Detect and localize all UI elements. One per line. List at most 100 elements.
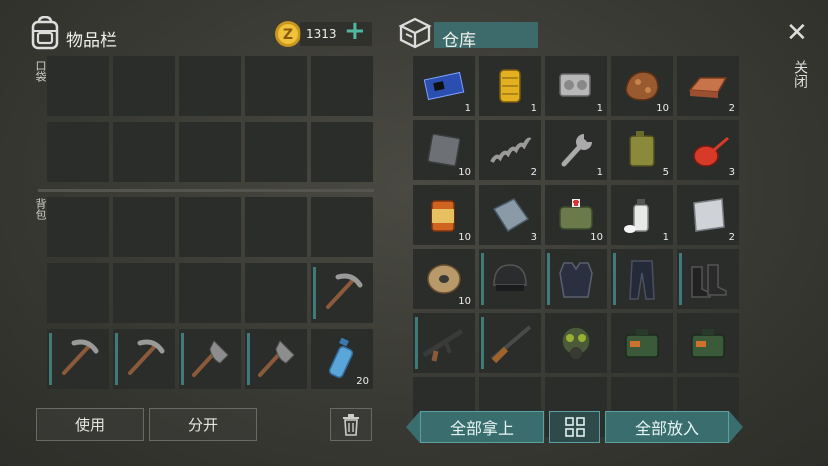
item-quantity: 2 [728,232,735,243]
engine-block-icon [559,73,591,97]
storage-slot[interactable]: 10 [413,185,475,245]
copper-ingot-icon [688,77,728,98]
storage-slot[interactable]: 2 [677,185,739,245]
storage-slot[interactable]: 10 [413,249,475,309]
durability-bar [415,317,418,369]
divider [38,189,374,192]
trash-icon [343,413,359,436]
storage-slot[interactable]: 1 [479,56,541,116]
storage-slot[interactable]: 1 [611,185,673,245]
add-currency-button[interactable]: + [344,16,366,46]
durability-bar [547,253,550,305]
pocket-slot[interactable] [311,56,373,116]
grid-icon [564,417,585,437]
pocket-slot[interactable] [113,122,175,182]
storage-slot[interactable] [545,249,607,309]
backpack-slot[interactable] [245,263,307,323]
backpack-slot[interactable] [47,329,109,389]
storage-slot[interactable]: 1 [545,120,607,180]
durability-bar [115,333,118,385]
pocket-slot[interactable] [47,56,109,116]
storage-slot[interactable] [545,313,607,373]
ammo-box-icon [691,329,725,358]
close-button[interactable]: ✕ 关闭 [778,18,818,102]
body-armor-icon [559,262,593,298]
storage-slot[interactable]: 3 [677,120,739,180]
oil-can-icon [693,136,729,167]
use-button[interactable]: 使用 [36,408,144,441]
item-quantity: 20 [356,376,369,387]
take-all-label: 全部拿上 [449,419,514,438]
backpack-slot[interactable] [113,329,175,389]
backpack-slot[interactable]: 20 [311,329,373,389]
item-quantity: 2 [530,167,537,178]
storage-slot[interactable]: 1 [413,56,475,116]
storage-slot[interactable]: 1 [545,56,607,116]
put-all-button[interactable]: 全部放入 [605,411,729,443]
backpack-slot[interactable] [47,197,109,257]
storage-slot[interactable]: 2 [677,56,739,116]
shovel-icon [192,340,229,377]
aluminum-sheet-icon [693,198,725,232]
storage-slot[interactable]: 10 [611,56,673,116]
backpack-slot[interactable] [311,263,373,323]
close-icon: ✕ [786,18,808,48]
close-label: 关闭 [792,60,808,88]
backpack-slot[interactable] [179,263,241,323]
storage-slot[interactable]: 10 [413,120,475,180]
pocket-label: 口袋 [34,60,47,82]
trash-button[interactable] [330,408,372,441]
backpack-slot[interactable] [245,329,307,389]
pocket-slot[interactable] [311,122,373,182]
durability-bar [247,333,250,385]
backpack-slot[interactable] [47,263,109,323]
backpack-slot[interactable] [113,263,175,323]
storage-slot[interactable] [677,313,739,373]
put-all-label: 全部放入 [634,419,699,438]
storage-box-icon [398,16,432,50]
pickaxe-icon [326,273,363,309]
split-button[interactable]: 分开 [149,408,257,441]
storage-slot[interactable] [479,313,541,373]
durability-bar [481,317,484,369]
take-all-button[interactable]: 全部拿上 [420,411,544,443]
storage-slot[interactable]: 10 [545,185,607,245]
durability-bar [313,267,316,319]
copper-ore-icon [625,71,659,101]
pocket-slot[interactable] [47,122,109,182]
pocket-slot[interactable] [113,56,175,116]
spray-can-icon [624,199,649,233]
storage-slot[interactable]: 2 [479,120,541,180]
grid-view-button[interactable] [549,411,600,443]
durability-bar [679,253,682,305]
backpack-slot[interactable] [179,197,241,257]
storage-slot[interactable] [413,313,475,373]
item-quantity: 10 [656,103,669,114]
pocket-slot[interactable] [245,56,307,116]
pocket-slot[interactable] [179,122,241,182]
storage-slot[interactable] [677,249,739,309]
backpack-slot[interactable] [179,329,241,389]
air-filter-icon [499,69,521,103]
wrench-icon [561,134,592,167]
jerrycan-icon [629,131,655,167]
item-quantity: 10 [590,232,603,243]
pocket-slot[interactable] [179,56,241,116]
backpack-icon [30,15,60,50]
first-aid-bag-icon [559,199,593,230]
pocket-slot[interactable] [245,122,307,182]
backpack-slot[interactable] [113,197,175,257]
storage-slot[interactable] [611,249,673,309]
storage-slot[interactable]: 3 [479,185,541,245]
metal-plate-icon [427,133,461,167]
storage-slot[interactable] [611,313,673,373]
backpack-slot[interactable] [311,197,373,257]
backpack-slot[interactable] [245,197,307,257]
durability-bar [181,333,184,385]
wire-spool-icon [427,264,461,294]
durability-bar [613,253,616,305]
gold-coin-icon: Z [274,20,302,48]
pickaxe-icon [62,339,99,375]
storage-slot[interactable] [479,249,541,309]
storage-slot[interactable]: 5 [611,120,673,180]
